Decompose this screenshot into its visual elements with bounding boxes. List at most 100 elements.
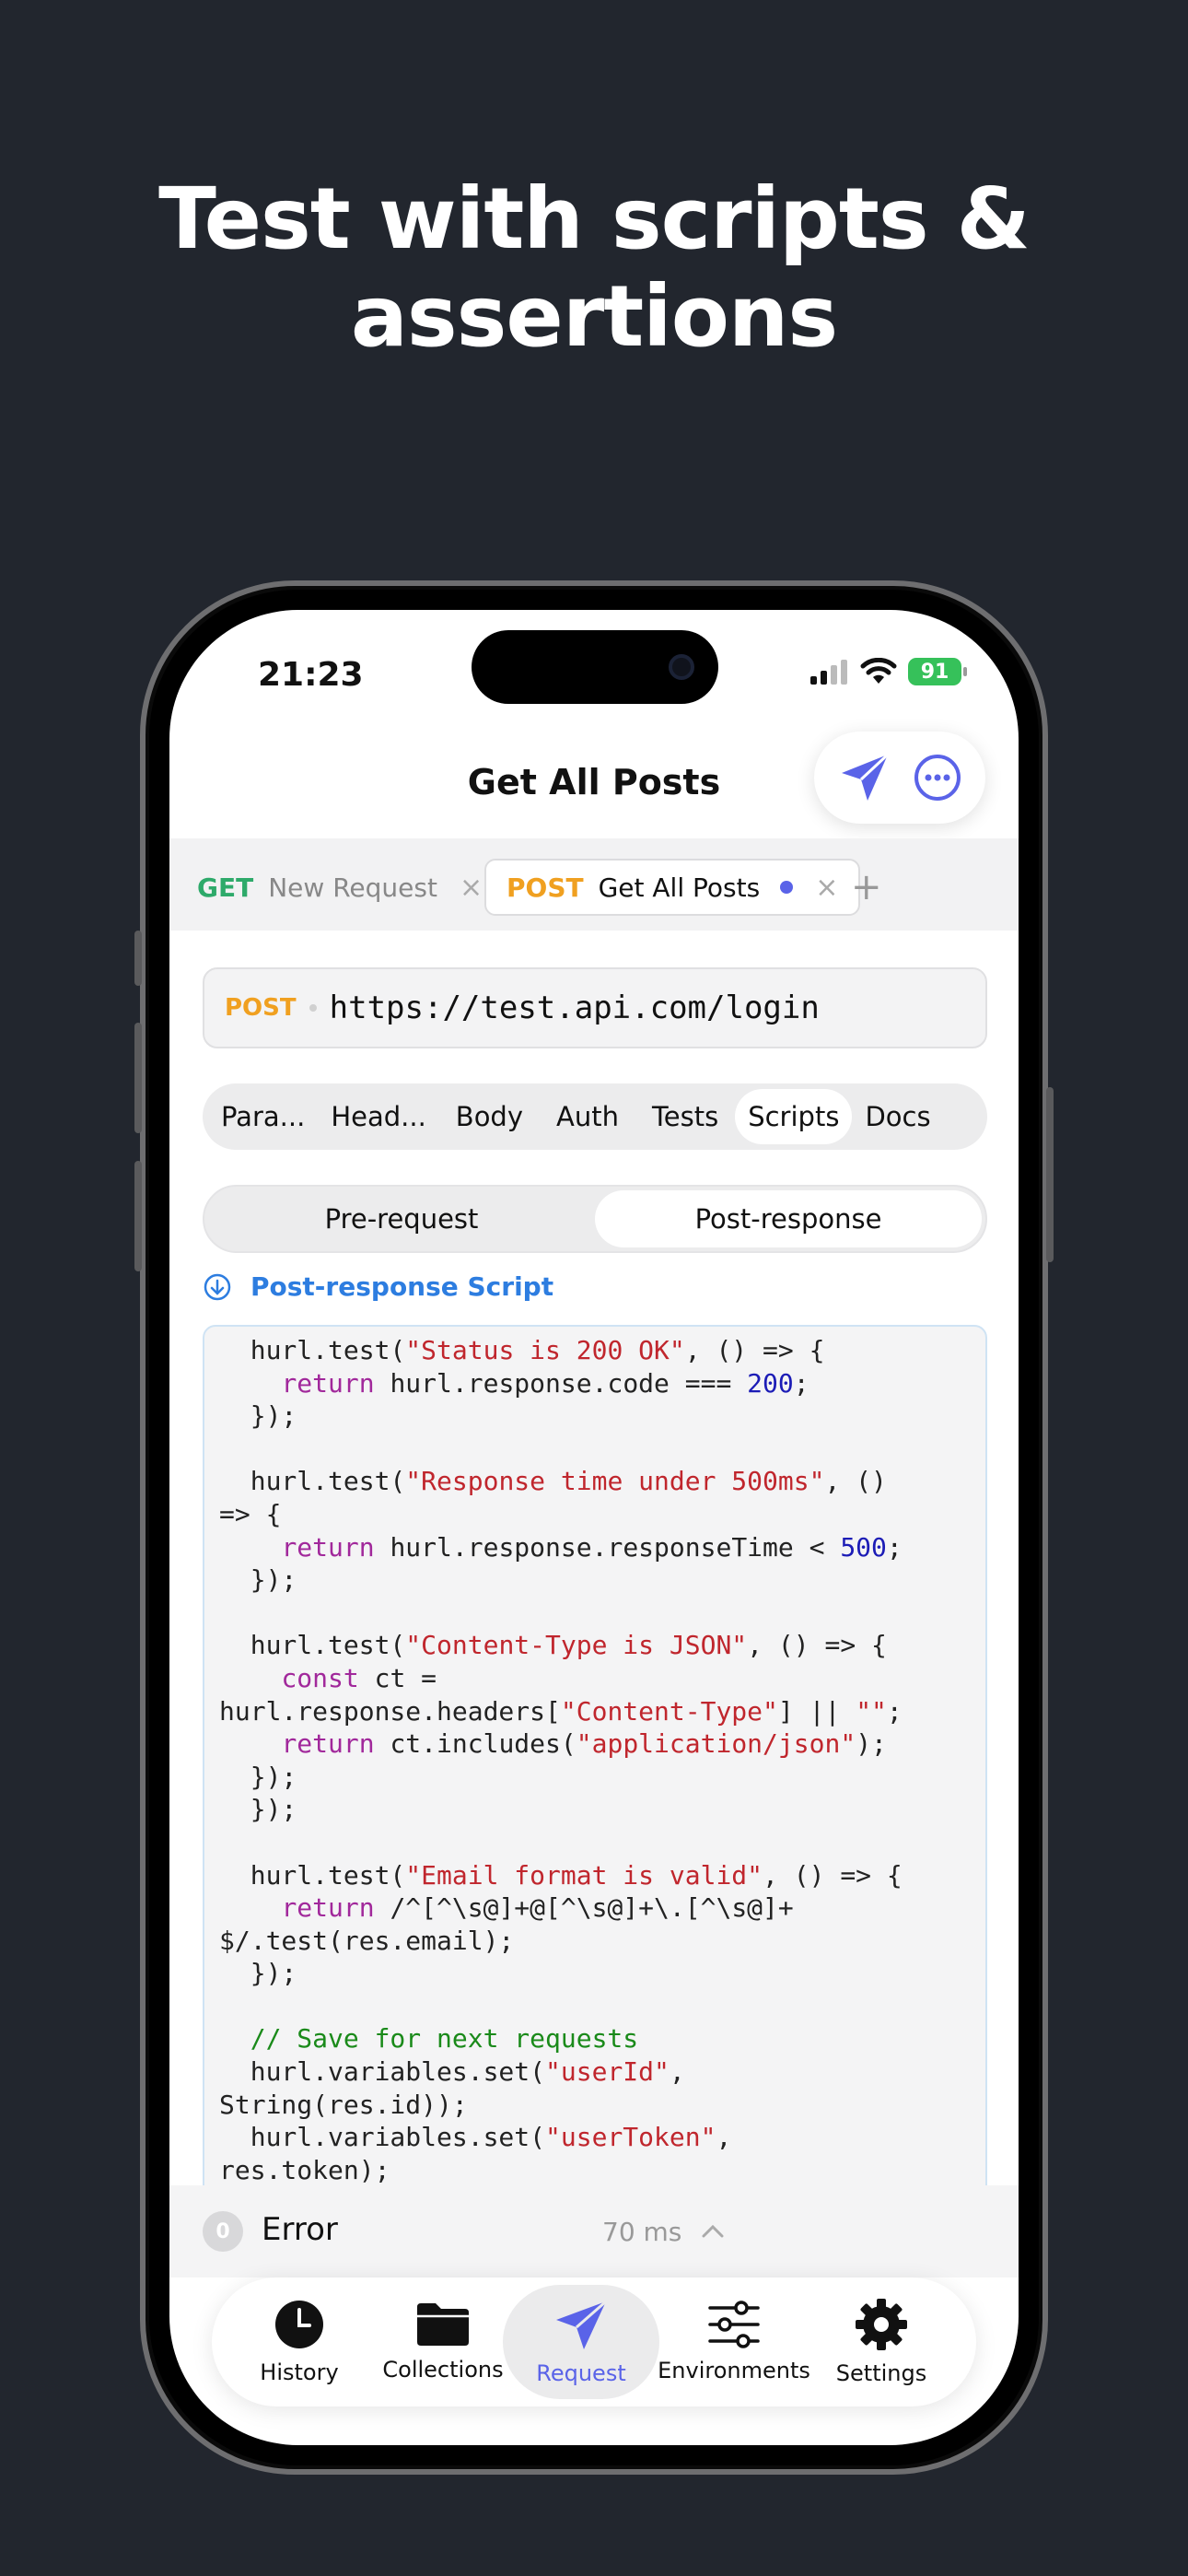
code-token: ; bbox=[886, 1695, 903, 1727]
phone-volume-down bbox=[134, 1161, 142, 1271]
tab-label: Get All Posts bbox=[598, 872, 761, 903]
method-selector[interactable]: POST bbox=[225, 994, 297, 1022]
code-token: }); bbox=[219, 1400, 297, 1432]
chevron-up-icon[interactable] bbox=[694, 2213, 731, 2250]
code-line: res.token); bbox=[219, 2154, 971, 2187]
code-line: hurl.variables.set("userId", bbox=[219, 2055, 971, 2089]
code-token: "" bbox=[856, 1695, 887, 1727]
nav-history[interactable]: History bbox=[221, 2285, 378, 2399]
nav-label: Collections bbox=[382, 2357, 504, 2383]
code-token: => { bbox=[219, 1498, 282, 1529]
code-token: hurl.variables.set( bbox=[219, 2122, 546, 2153]
more-options-button[interactable] bbox=[912, 752, 963, 803]
tab-auth[interactable]: Auth bbox=[540, 1089, 635, 1144]
front-camera bbox=[669, 654, 694, 680]
code-line: return hurl.response.responseTime < 500; bbox=[219, 1531, 971, 1564]
post-response-tab[interactable]: Post-response bbox=[595, 1190, 982, 1247]
headline-line-2: assertions bbox=[350, 267, 838, 366]
code-token: , bbox=[669, 2056, 685, 2088]
request-tabs-bar: GET New Request × POST Get All Posts × + bbox=[169, 838, 1019, 931]
nav-request[interactable]: Request bbox=[503, 2285, 659, 2399]
response-status: Error bbox=[262, 2211, 338, 2248]
tab-body[interactable]: Body bbox=[439, 1089, 540, 1144]
code-token: 200 bbox=[747, 1367, 794, 1399]
code-token: "Content-Type is JSON" bbox=[405, 1630, 748, 1661]
nav-collections[interactable]: Collections bbox=[365, 2285, 521, 2399]
code-token: }); bbox=[219, 1761, 297, 1792]
request-tab-get-all-posts[interactable]: POST Get All Posts × bbox=[484, 859, 861, 916]
code-editor[interactable]: hurl.test("Status is 200 OK", () => { re… bbox=[203, 1325, 987, 2246]
code-token: ); bbox=[856, 1728, 887, 1760]
code-token: $/.test(res.email); bbox=[219, 1925, 515, 1956]
close-icon[interactable]: × bbox=[460, 872, 483, 904]
code-token: }); bbox=[219, 1564, 297, 1596]
code-line: => { bbox=[219, 1498, 971, 1531]
url-input[interactable]: https://test.api.com/login bbox=[330, 989, 820, 1026]
code-token: , () => { bbox=[684, 1335, 825, 1365]
unsaved-dot-icon bbox=[780, 881, 794, 894]
arrow-down-circle-icon bbox=[204, 1273, 231, 1300]
code-line: }); bbox=[219, 1563, 971, 1597]
nav-settings[interactable]: Settings bbox=[803, 2285, 960, 2399]
tab-label: New Request bbox=[268, 872, 437, 903]
code-token: "Response time under 500ms" bbox=[405, 1466, 825, 1497]
code-token: "application/json" bbox=[576, 1728, 856, 1760]
tab-tests[interactable]: Tests bbox=[635, 1089, 735, 1144]
phone-volume-up bbox=[134, 1023, 142, 1133]
tab-headers[interactable]: Head... bbox=[318, 1089, 438, 1144]
close-icon[interactable]: × bbox=[815, 872, 838, 904]
code-token: , () bbox=[824, 1466, 887, 1497]
code-token: ct = bbox=[358, 1662, 437, 1693]
code-token: return bbox=[281, 1728, 375, 1760]
script-section-header[interactable]: Post-response Script bbox=[203, 1271, 553, 1302]
nav-environments[interactable]: Environments bbox=[656, 2285, 812, 2399]
code-token: // Save for next requests bbox=[219, 2023, 639, 2055]
code-token: , bbox=[716, 2122, 732, 2153]
code-token: "Content-Type" bbox=[560, 1695, 778, 1727]
tab-scripts[interactable]: Scripts bbox=[735, 1089, 853, 1144]
section-tabs: Para... Head... Body Auth Tests Scripts … bbox=[203, 1083, 987, 1150]
nav-label: Settings bbox=[835, 2360, 927, 2386]
url-bar[interactable]: POST https://test.api.com/login bbox=[203, 967, 987, 1048]
code-line: return ct.includes("application/json"); bbox=[219, 1727, 971, 1761]
code-line: hurl.test("Response time under 500ms", (… bbox=[219, 1465, 971, 1498]
request-tab-new-request[interactable]: GET New Request × bbox=[197, 859, 483, 916]
battery-indicator: 91 bbox=[908, 658, 967, 685]
code-token: "userToken" bbox=[545, 2122, 716, 2153]
code-line: hurl.test("Status is 200 OK", () => { bbox=[219, 1334, 971, 1367]
response-count-badge: 0 bbox=[203, 2211, 243, 2252]
code-token: hurl.response.code === bbox=[374, 1367, 748, 1399]
tab-method-get: GET bbox=[197, 872, 254, 903]
add-tab-button[interactable]: + bbox=[851, 866, 882, 908]
clock-icon bbox=[275, 2301, 323, 2348]
code-line: return /^[^\s@]+@[^\s@]+\.[^\s@]+ bbox=[219, 1891, 971, 1925]
pre-request-tab[interactable]: Pre-request bbox=[208, 1190, 595, 1247]
nav-label: Environments bbox=[658, 2358, 810, 2383]
phone-mute-switch bbox=[134, 931, 142, 986]
headline: Test with scripts & assertions bbox=[0, 170, 1188, 366]
phone-power-button bbox=[1046, 1087, 1054, 1262]
tab-params[interactable]: Para... bbox=[208, 1089, 318, 1144]
dynamic-island bbox=[472, 630, 718, 704]
phone-screen: 21:23 91 Get All Posts GET New Request ×… bbox=[169, 610, 1019, 2445]
nav-actions bbox=[814, 732, 985, 824]
nav-label: History bbox=[260, 2359, 339, 2385]
code-token: const bbox=[281, 1662, 359, 1693]
code-line: String(res.id)); bbox=[219, 2089, 971, 2122]
code-line: hurl.response.headers["Content-Type"] ||… bbox=[219, 1695, 971, 1728]
code-line: hurl.test("Email format is valid", () =>… bbox=[219, 1859, 971, 1892]
cellular-signal-icon bbox=[810, 660, 847, 685]
status-indicators: 91 bbox=[809, 658, 967, 685]
code-token: hurl.test( bbox=[219, 1335, 406, 1365]
gear-icon bbox=[856, 2299, 907, 2350]
code-line: }); bbox=[219, 1957, 971, 1990]
response-bar[interactable]: 0 Error 70 ms bbox=[169, 2185, 1019, 2277]
code-token: }); bbox=[219, 1794, 297, 1825]
send-request-button[interactable] bbox=[836, 749, 893, 806]
tab-docs[interactable]: Docs bbox=[852, 1089, 943, 1144]
